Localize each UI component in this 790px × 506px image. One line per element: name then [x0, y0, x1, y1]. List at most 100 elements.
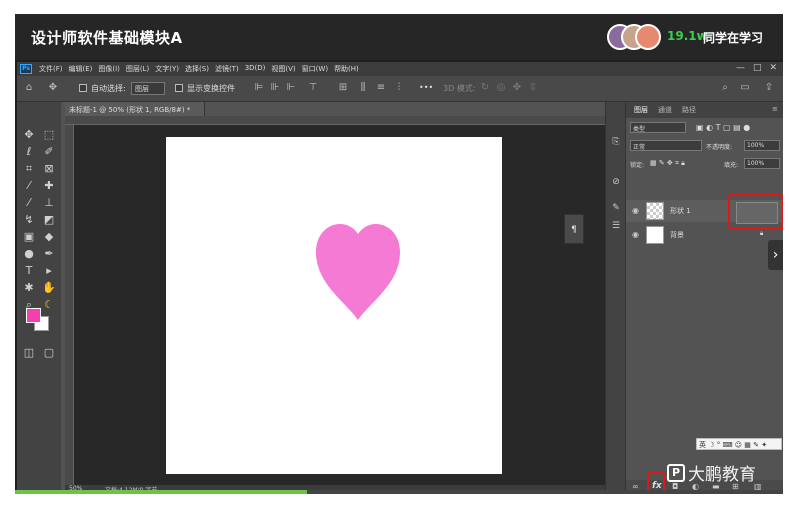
healing-icon[interactable]: ✚ [41, 179, 57, 193]
tab-paths[interactable]: 路径 [682, 105, 696, 115]
eraser-icon[interactable]: ◩ [41, 213, 57, 227]
document-tab[interactable]: 未标题-1 @ 50% (形状 1, RGB/8#) * [65, 102, 205, 116]
3d-mode-label: 3D 模式: [443, 84, 476, 93]
fill-field[interactable]: 100% [744, 158, 780, 169]
menu-image[interactable]: 图像(I) [98, 64, 120, 74]
filter-row: 类型 ▣ ◐ T ▢ ▤ ● [626, 122, 783, 136]
learner-text: 同学在学习 [703, 31, 764, 45]
annotation-highlight-mask [728, 194, 783, 230]
foreground-color-swatch[interactable] [26, 308, 41, 323]
3d-slide-icon: ⇳ [528, 82, 538, 93]
align-center-icon[interactable]: ⊪ [269, 82, 281, 94]
filter-icons[interactable]: ▣ ◐ T ▢ ▤ ● [696, 123, 750, 132]
distribute-spacing-icon[interactable]: ⫶ [393, 82, 405, 94]
align-top-icon[interactable]: ⊤ [307, 82, 319, 94]
paragraph-panel[interactable]: ¶ [564, 214, 584, 244]
move-icon[interactable]: ✥ [21, 128, 37, 142]
menu-view[interactable]: 视图(V) [271, 64, 295, 74]
ime-toolbar[interactable]: 英 ☽ ° ⌨ ☺ ▦ ✎ ✦ [696, 438, 782, 450]
gradient-icon[interactable]: ▣ [21, 230, 37, 244]
quick-mask-icon[interactable]: ◫ [21, 346, 37, 360]
tab-layers[interactable]: 图层 [634, 105, 648, 115]
share-icon[interactable]: ⇪ [763, 82, 775, 94]
menu-bar: Ps 文件(F) 编辑(E) 图像(I) 图层(L) 文字(Y) 选择(S) 滤… [17, 62, 783, 76]
panel-menu-icon[interactable]: ≡ [772, 105, 778, 113]
menu-select[interactable]: 选择(S) [185, 64, 209, 74]
background-layer-thumbnail [646, 226, 664, 244]
lock-icons[interactable]: ▦ ✎ ✥ ⌗ 🔒︎ [650, 159, 685, 168]
path-select-icon[interactable]: ▸ [41, 264, 57, 278]
layer-name[interactable]: 背景 [670, 230, 684, 240]
menu-type[interactable]: 文字(Y) [155, 64, 179, 74]
transform-checkbox[interactable] [175, 84, 183, 92]
marquee-icon[interactable]: ⬚ [41, 128, 57, 142]
visibility-eye-icon[interactable]: ◉ [632, 206, 639, 215]
horizontal-ruler [65, 116, 605, 125]
adjustments-icon[interactable]: ☰ [610, 220, 622, 232]
eyedropper-icon[interactable]: ⁄ [21, 179, 37, 193]
shape-icon[interactable]: ✱ [21, 281, 37, 295]
home-icon[interactable]: ⌂ [23, 82, 35, 94]
distribute-h-icon[interactable]: ⫼ [357, 82, 369, 94]
hand-icon[interactable]: ✋ [41, 281, 57, 295]
brush-icon[interactable]: ⁄ [21, 196, 37, 210]
auto-select-checkbox[interactable] [79, 84, 87, 92]
menu-file[interactable]: 文件(F) [39, 64, 63, 74]
screen-mode-icon[interactable]: ▢ [41, 346, 57, 360]
tab-channels[interactable]: 通道 [658, 105, 672, 115]
menu-edit[interactable]: 编辑(E) [69, 64, 93, 74]
align-left-icon[interactable]: ⊫ [253, 82, 265, 94]
history-brush-icon[interactable]: ↯ [21, 213, 37, 227]
side-panel-toggle[interactable]: › [768, 240, 783, 270]
lasso-icon[interactable]: ℓ [21, 145, 37, 159]
crop-icon[interactable]: ⌗ [21, 162, 37, 176]
search-icon[interactable]: ⌕ [719, 82, 731, 94]
watermark: P 大鹏教育 [667, 460, 756, 485]
frame-icon[interactable]: ⊠ [41, 162, 57, 176]
avatar [635, 24, 661, 50]
distribute-v-icon[interactable]: ≡ [375, 82, 387, 94]
menu-filter[interactable]: 滤镜(T) [215, 64, 239, 74]
watermark-logo: P [667, 463, 685, 482]
more-options[interactable]: ••• [419, 83, 433, 92]
banana-icon: ☾ [44, 298, 54, 311]
brush-settings-icon[interactable]: ✎ [610, 202, 622, 214]
3d-drag-icon: ✤ [512, 82, 522, 93]
panel-tabs: 图层 通道 路径 ≡ [626, 102, 783, 118]
blend-mode-dropdown[interactable]: 正常 [630, 140, 702, 151]
watermark-text: 大鹏教育 [688, 465, 756, 485]
visibility-eye-icon[interactable]: ◉ [632, 230, 639, 239]
document-canvas[interactable] [166, 137, 502, 474]
dodge-icon[interactable]: ● [21, 247, 37, 261]
opacity-field[interactable]: 100% [744, 140, 780, 151]
photoshop-logo: Ps [20, 64, 32, 74]
auto-select-dropdown[interactable]: 图层 [131, 82, 165, 95]
layer-name[interactable]: 形状 1 [670, 206, 691, 216]
type-icon[interactable]: T [21, 264, 37, 278]
tools-panel: ✥ ⬚ ℓ ✐ ⌗ ⊠ ⁄ ✚ ⁄ ⊥ ↯ ◩ ▣ ◆ ● ✒ T ▸ ✱ ✋ … [17, 102, 61, 494]
stamp-icon[interactable]: ⊥ [41, 196, 57, 210]
photoshop-window: Ps 文件(F) 编辑(E) 图像(I) 图层(L) 文字(Y) 选择(S) 滤… [17, 62, 783, 494]
blur-icon[interactable]: ◆ [41, 230, 57, 244]
workspace-icon[interactable]: ▭ [739, 82, 751, 94]
distribute-icon[interactable]: ⊞ [337, 82, 349, 94]
menu-layer[interactable]: 图层(L) [126, 64, 149, 74]
video-progress-track[interactable] [15, 490, 783, 494]
maximize-button[interactable]: □ [753, 63, 762, 73]
lock-icon: 🔒︎ [760, 230, 764, 237]
move-tool-icon[interactable]: ✥ [47, 82, 59, 94]
minimize-button[interactable]: — [736, 63, 745, 73]
shape-layer-thumbnail [646, 202, 664, 220]
menu-help[interactable]: 帮助(H) [334, 64, 359, 74]
history-icon[interactable]: ⎘ [610, 136, 622, 148]
paragraph-icon[interactable]: ¶ [565, 225, 583, 235]
properties-icon[interactable]: ⊘ [610, 176, 622, 188]
close-button[interactable]: ✕ [769, 63, 777, 73]
quick-select-icon[interactable]: ✐ [41, 145, 57, 159]
layer-filter-dropdown[interactable]: 类型 [630, 122, 686, 133]
heart-shape[interactable] [316, 224, 400, 320]
menu-3d[interactable]: 3D(D) [245, 64, 266, 74]
pen-icon[interactable]: ✒ [41, 247, 57, 261]
align-right-icon[interactable]: ⊩ [285, 82, 297, 94]
menu-window[interactable]: 窗口(W) [302, 64, 328, 74]
